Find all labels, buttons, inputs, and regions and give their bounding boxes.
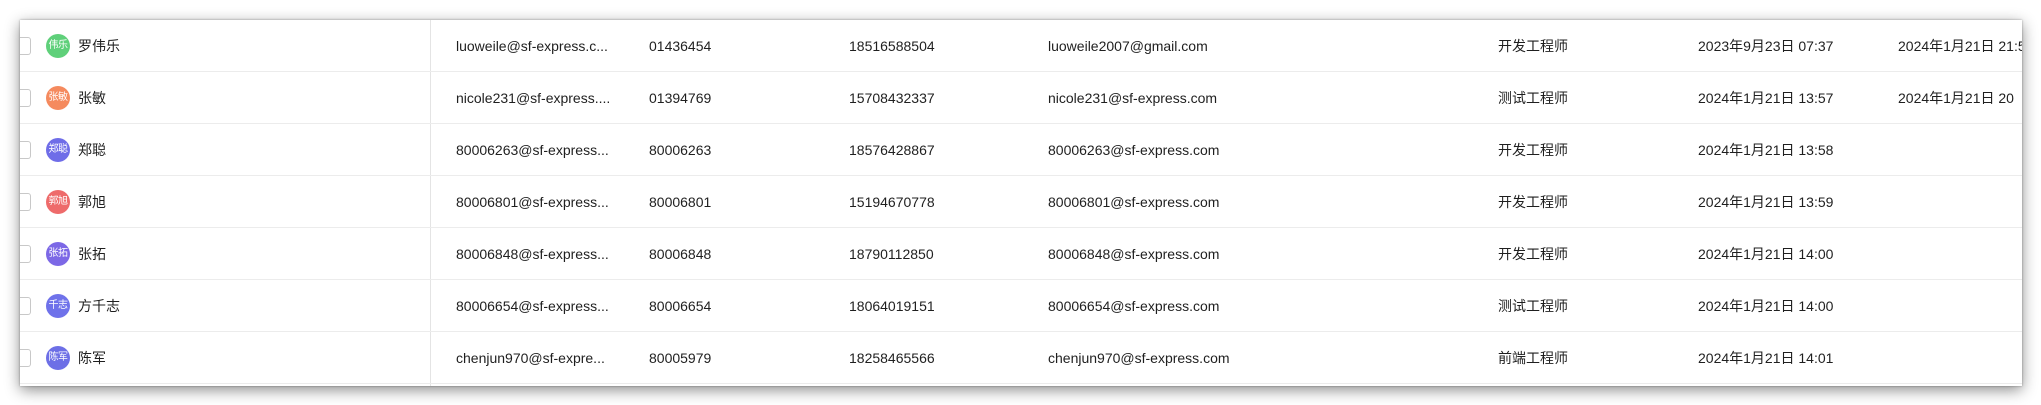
- email-address: 80006654@sf-express.com: [1048, 298, 1220, 314]
- avatar: 陈军: [46, 346, 70, 370]
- table-row[interactable]: 千志 方千志 80006654@sf-express... 80006654 1…: [20, 280, 2022, 332]
- email-address: chenjun970@sf-express.com: [1048, 350, 1230, 366]
- employee-number: 01436454: [649, 38, 712, 54]
- row-checkbox[interactable]: [20, 37, 31, 55]
- table-row[interactable]: 张拓 张拓 80006848@sf-express... 80006848 18…: [20, 228, 2022, 280]
- table-row[interactable]: 伟乐 罗伟乐 luoweile@sf-express.c... 01436454…: [20, 20, 2022, 72]
- employee-number: 80006654: [649, 298, 712, 314]
- created-time: 2024年1月21日 14:01: [1698, 350, 1834, 366]
- avatar: 伟乐: [46, 34, 70, 58]
- user-table: 伟乐 罗伟乐 luoweile@sf-express.c... 01436454…: [20, 20, 2022, 386]
- table-row[interactable]: 张敏 张敏 nicole231@sf-express.... 01394769 …: [20, 72, 2022, 124]
- avatar: 郭旭: [46, 190, 70, 214]
- phone-number: 18790112850: [849, 246, 934, 262]
- user-name: 张拓: [78, 246, 106, 262]
- job-role: 前端工程师: [1498, 350, 1568, 366]
- row-checkbox[interactable]: [20, 193, 31, 211]
- created-time: 2023年9月23日 07:37: [1698, 38, 1834, 54]
- job-role: 测试工程师: [1498, 298, 1568, 314]
- avatar: 千志: [46, 294, 70, 318]
- created-time: 2024年1月21日 13:58: [1698, 142, 1834, 158]
- row-checkbox[interactable]: [20, 141, 31, 159]
- phone-number: 18064019151: [849, 298, 935, 314]
- phone-number: 18576428867: [849, 142, 935, 158]
- avatar: 张敏: [46, 86, 70, 110]
- email-address: 80006263@sf-express.com: [1048, 142, 1220, 158]
- job-role: 开发工程师: [1498, 194, 1568, 210]
- phone-number: 18516588504: [849, 38, 935, 54]
- updated-time: 2024年1月21日 21:5: [1898, 38, 2022, 54]
- user-name: 郭旭: [78, 194, 106, 210]
- phone-number: 15194670778: [849, 194, 935, 210]
- updated-time: [1898, 176, 2022, 228]
- user-account: 80006263@sf-express...: [456, 142, 609, 158]
- phone-number: 15708432337: [849, 90, 935, 106]
- created-time: 2024年1月21日 13:57: [1698, 90, 1834, 106]
- updated-time: 2024年1月21日 20: [1898, 90, 2014, 106]
- created-time: 2024年1月21日 14:00: [1698, 246, 1834, 262]
- email-address: luoweile2007@gmail.com: [1048, 38, 1208, 54]
- updated-time: [1898, 332, 2022, 384]
- user-account: chenjun970@sf-expre...: [456, 350, 605, 366]
- row-checkbox[interactable]: [20, 89, 31, 107]
- created-time: 2024年1月21日 13:59: [1698, 194, 1834, 210]
- phone-number: 18258465566: [849, 350, 935, 366]
- user-name: 郑聪: [78, 142, 106, 158]
- updated-time: [1898, 228, 2022, 280]
- user-account: 80006801@sf-express...: [456, 194, 609, 210]
- user-name: 罗伟乐: [78, 38, 120, 54]
- user-account: 80006848@sf-express...: [456, 246, 609, 262]
- avatar: 张拓: [46, 242, 70, 266]
- job-role: 开发工程师: [1498, 142, 1568, 158]
- row-checkbox[interactable]: [20, 349, 31, 367]
- row-checkbox[interactable]: [20, 297, 31, 315]
- email-address: 80006801@sf-express.com: [1048, 194, 1220, 210]
- job-role: 测试工程师: [1498, 90, 1568, 106]
- job-role: 开发工程师: [1498, 246, 1568, 262]
- email-address: 80006848@sf-express.com: [1048, 246, 1220, 262]
- employee-number: 01394769: [649, 90, 712, 106]
- avatar: 郑聪: [46, 138, 70, 162]
- user-name: 张敏: [78, 90, 106, 106]
- user-name: 方千志: [78, 298, 120, 314]
- user-account: nicole231@sf-express....: [456, 90, 611, 106]
- user-name: 陈军: [78, 350, 106, 366]
- employee-number: 80006263: [649, 142, 712, 158]
- updated-time: [1898, 280, 2022, 332]
- table-row[interactable]: 陈军 陈军 chenjun970@sf-expre... 80005979 18…: [20, 332, 2022, 384]
- row-checkbox[interactable]: [20, 245, 31, 263]
- job-role: 开发工程师: [1498, 38, 1568, 54]
- table-row[interactable]: 郑聪 郑聪 80006263@sf-express... 80006263 18…: [20, 124, 2022, 176]
- employee-number: 80005979: [649, 350, 712, 366]
- email-address: nicole231@sf-express.com: [1048, 90, 1218, 106]
- created-time: 2024年1月21日 14:00: [1698, 298, 1834, 314]
- updated-time: [1898, 124, 2022, 176]
- employee-number: 80006801: [649, 194, 712, 210]
- table-row[interactable]: 郭旭 郭旭 80006801@sf-express... 80006801 15…: [20, 176, 2022, 228]
- user-account: 80006654@sf-express...: [456, 298, 609, 314]
- employee-number: 80006848: [649, 246, 712, 262]
- user-account: luoweile@sf-express.c...: [456, 38, 608, 54]
